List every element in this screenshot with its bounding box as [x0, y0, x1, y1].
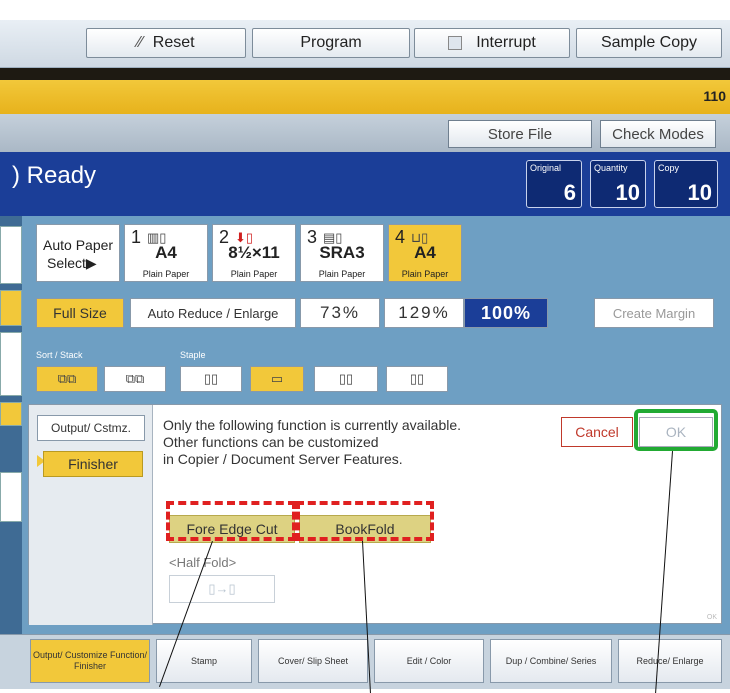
ok-hint: OK	[706, 614, 717, 621]
create-margin-button[interactable]: Create Margin	[594, 298, 714, 328]
interrupt-indicator-icon	[448, 36, 463, 50]
sample-copy-button[interactable]: Sample Copy	[576, 28, 722, 58]
ok-highlight	[634, 409, 718, 451]
status-bar: ) Ready Original 6 Quantity 10 Copy 10	[0, 152, 730, 216]
finisher-tab[interactable]: Finisher	[43, 451, 143, 477]
left-tab-4[interactable]	[0, 402, 22, 426]
bottom-tab-bar: Output/ Customize Function/ Finisher Sta…	[0, 634, 730, 689]
quantity-count: Quantity 10	[590, 160, 646, 208]
tab-dup-combine-series[interactable]: Dup / Combine/ Series	[490, 639, 612, 683]
half-fold-icon: ▯→▯	[208, 581, 236, 596]
sort-icon[interactable]: ⧉⧉	[36, 366, 98, 392]
check-modes-button[interactable]: Check Modes	[600, 120, 716, 148]
sort-stack-label: Sort / Stack	[36, 350, 83, 360]
stack-icon[interactable]: ⧉⧉	[104, 366, 166, 392]
left-tab-1[interactable]	[0, 226, 22, 284]
program-button[interactable]: Program	[252, 28, 410, 58]
store-file-button[interactable]: Store File	[448, 120, 592, 148]
ratio-73-button[interactable]: 73%	[300, 298, 380, 328]
tab-output-customize[interactable]: Output/ Customize Function/ Finisher	[30, 639, 150, 683]
reset-button[interactable]: ⁄⁄ Reset	[86, 28, 246, 58]
tab-reduce-enlarge[interactable]: Reduce/ Enlarge	[618, 639, 722, 683]
auto-paper-select-button[interactable]: Auto Paper Select▶	[36, 224, 120, 282]
original-count: Original 6	[526, 160, 582, 208]
staple-left-icon[interactable]: ▯▯	[314, 366, 378, 392]
tray-3-button[interactable]: 3 ▤▯ SRA3 Plain Paper	[300, 224, 384, 282]
availability-message: Only the following function is currently…	[163, 417, 462, 467]
full-size-button[interactable]: Full Size	[36, 298, 124, 328]
counter-bar: 110	[0, 80, 730, 114]
cancel-button[interactable]: Cancel	[561, 417, 633, 447]
left-tab-5[interactable]	[0, 472, 22, 522]
counter-fragment: 110	[703, 88, 726, 104]
main-panel: Auto Paper Select▶ 1 ▥▯ A4 Plain Paper 2…	[0, 216, 730, 636]
file-bar: Store File Check Modes	[0, 114, 730, 152]
copy-count: Copy 10	[654, 160, 718, 208]
tab-edit-color[interactable]: Edit / Color	[374, 639, 484, 683]
interrupt-button[interactable]: Interrupt	[414, 28, 570, 58]
fore-edge-cut-highlight	[166, 501, 296, 541]
tray-2-button[interactable]: 2 ⬇▯ 8½×11 Plain Paper	[212, 224, 296, 282]
ratio-100-button[interactable]: 100%	[464, 298, 548, 328]
copier-screen: ⁄⁄ Reset Program Interrupt Sample Copy 1…	[0, 0, 730, 693]
auto-reduce-enlarge-button[interactable]: Auto Reduce / Enlarge	[130, 298, 296, 328]
staple-label: Staple	[180, 350, 206, 360]
ready-status: ) Ready	[12, 162, 97, 189]
left-tab-3[interactable]	[0, 332, 22, 396]
tab-cover-slip-sheet[interactable]: Cover/ Slip Sheet	[258, 639, 368, 683]
top-toolbar: ⁄⁄ Reset Program Interrupt Sample Copy	[0, 20, 730, 68]
tray-1-button[interactable]: 1 ▥▯ A4 Plain Paper	[124, 224, 208, 282]
staple-none-icon[interactable]: ▭	[250, 366, 304, 392]
output-cstmz-tab[interactable]: Output/ Cstmz.	[37, 415, 145, 441]
tab-stamp[interactable]: Stamp	[156, 639, 252, 683]
reset-icon: ⁄⁄	[137, 34, 143, 51]
staple-top-icon[interactable]: ▯▯	[180, 366, 242, 392]
staple-double-icon[interactable]: ▯▯	[386, 366, 448, 392]
half-fold-button[interactable]: ▯→▯	[169, 575, 275, 603]
left-tab-2[interactable]	[0, 290, 22, 326]
dialog-side-panel: Output/ Cstmz. Finisher	[29, 405, 153, 625]
ratio-129-button[interactable]: 129%	[384, 298, 464, 328]
bookfold-highlight	[296, 501, 434, 541]
tray-4-button[interactable]: 4 ⊔▯ A4 Plain Paper	[388, 224, 462, 282]
left-strip	[0, 216, 22, 636]
